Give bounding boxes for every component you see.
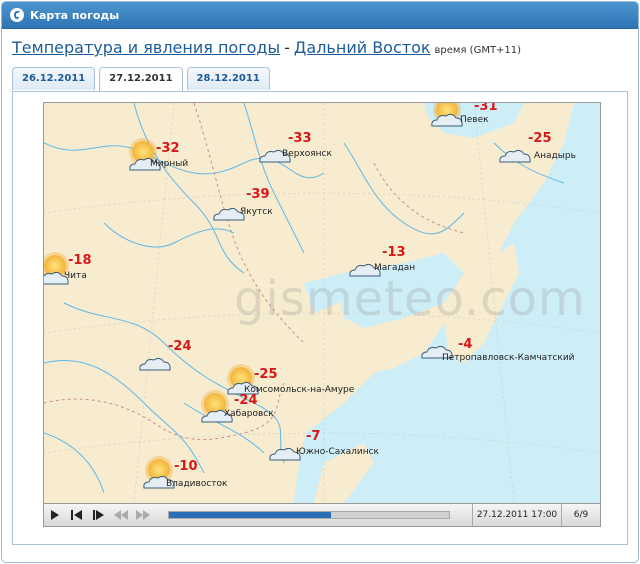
animation-controls: 27.12.2011 17:00 6/9	[43, 503, 601, 527]
fast-forward-icon	[136, 510, 150, 520]
station-name: Верхоянск	[282, 149, 332, 159]
play-button[interactable]	[44, 506, 66, 524]
fast-forward-button[interactable]	[132, 506, 154, 524]
station-temp: -18	[68, 253, 92, 268]
station-name: Южно-Сахалинск	[296, 447, 379, 457]
timeline-progress[interactable]	[168, 511, 450, 519]
heading-separator: -	[284, 38, 290, 57]
temperature-link[interactable]: Температура и явления погоды	[12, 38, 280, 57]
play-icon	[51, 510, 59, 520]
station-temp: -32	[156, 141, 180, 156]
widget-title: Карта погоды	[30, 8, 120, 22]
station-name: Мирный	[150, 159, 189, 169]
station-temp: -25	[528, 131, 552, 146]
rewind-icon	[114, 510, 128, 520]
region-link[interactable]: Дальний Восток	[294, 38, 431, 57]
page-heading: Температура и явления погоды - Дальний Вос…	[12, 38, 521, 57]
station-temp: -13	[382, 245, 406, 260]
previous-frame-button[interactable]	[66, 506, 88, 524]
station-temp: -31	[474, 102, 498, 114]
timeline-progress-fill	[169, 512, 332, 518]
station-temp: -10	[174, 459, 198, 474]
step-back-icon	[71, 510, 82, 520]
frame-counter: 6/9	[573, 510, 589, 520]
next-frame-button[interactable]	[88, 506, 110, 524]
station-name: Владивосток	[166, 479, 228, 489]
station-temp: -24	[234, 393, 258, 408]
map-panel: gismeteo.com -32 Мирный -33 Верхоянск -3…	[12, 91, 628, 545]
station-name: Комсомольск-на-Амуре	[244, 385, 355, 395]
rewind-button[interactable]	[110, 506, 132, 524]
tab-date-1[interactable]: 26.12.2011	[12, 67, 96, 90]
weather-map[interactable]: gismeteo.com -32 Мирный -33 Верхоянск -3…	[43, 102, 601, 504]
weather-map-widget: Карта погоды Температура и явления погод…	[1, 1, 639, 563]
station-name: Хабаровск	[224, 409, 274, 419]
map-watermark: gismeteo.com	[234, 271, 586, 327]
station-name: Магадан	[374, 263, 416, 273]
station-temp: -33	[288, 131, 312, 146]
step-forward-icon	[93, 510, 104, 520]
widget-titlebar: Карта погоды	[2, 2, 638, 29]
date-tabs: 26.12.2011 27.12.2011 28.12.2011	[12, 67, 274, 91]
station-name: Анадырь	[534, 151, 576, 161]
station-temp: -7	[306, 429, 321, 444]
timezone-label: время (GMT+11)	[434, 45, 522, 56]
station-temp: -4	[458, 337, 473, 352]
station-name: Якутск	[240, 207, 273, 217]
cloud-icon	[139, 357, 171, 371]
tab-date-3[interactable]: 28.12.2011	[186, 67, 270, 90]
station-temp: -25	[254, 367, 278, 382]
station-temp: -24	[168, 339, 192, 354]
station-temp: -39	[246, 187, 270, 202]
cloud-icon	[431, 113, 463, 127]
station-name: Чита	[64, 271, 87, 281]
station-name: Петропавловск-Камчатский	[442, 353, 575, 363]
station-name: Певек	[460, 115, 489, 125]
gismeteo-logo-icon	[10, 8, 24, 22]
tab-date-2[interactable]: 27.12.2011	[99, 67, 183, 91]
cloud-icon	[499, 149, 531, 163]
current-time: 27.12.2011 17:00	[472, 504, 562, 526]
